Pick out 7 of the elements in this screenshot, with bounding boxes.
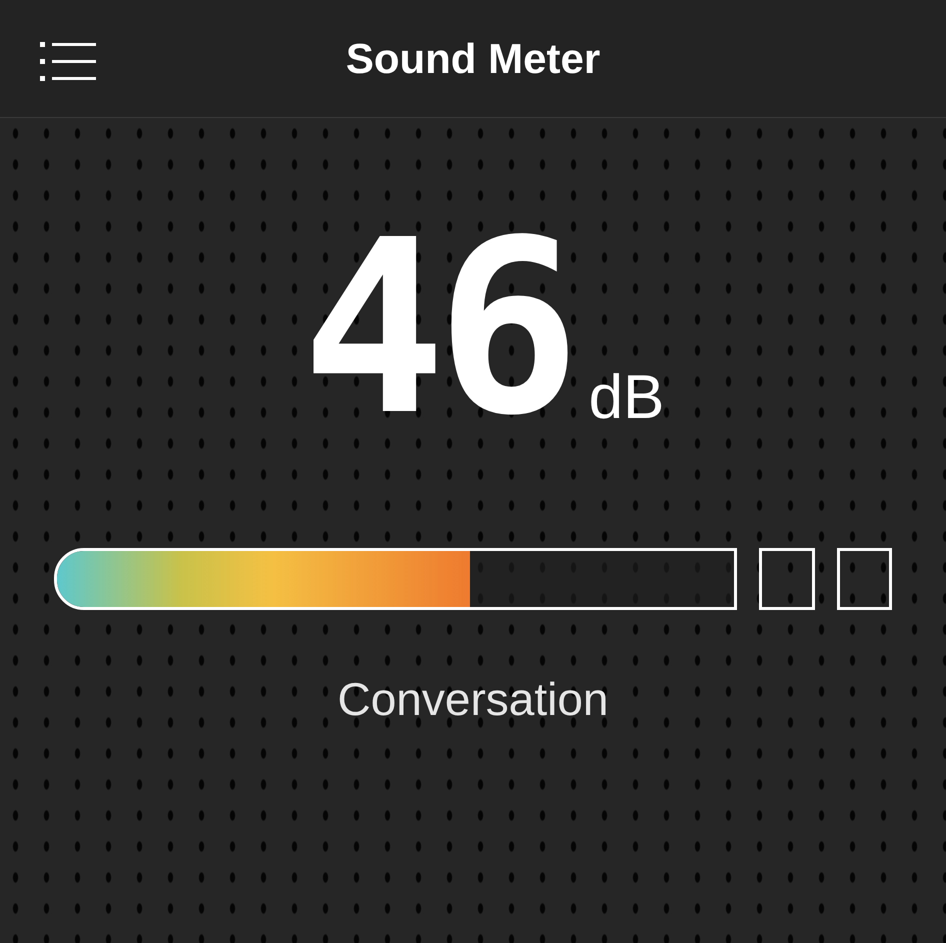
meter-segment: [759, 548, 814, 610]
unit-label: dB: [588, 367, 664, 429]
app-title: Sound Meter: [346, 34, 600, 84]
menu-icon[interactable]: [40, 42, 96, 82]
noise-category: Conversation: [337, 672, 609, 727]
meter-segment: [836, 548, 892, 610]
decibel-reading: 46: [302, 233, 571, 423]
